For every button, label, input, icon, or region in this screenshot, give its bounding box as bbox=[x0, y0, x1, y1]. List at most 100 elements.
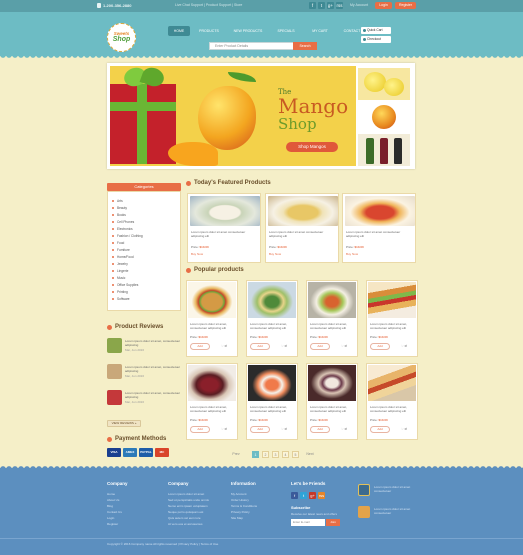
popular-product-card[interactable]: Lorem ipsum dolor sit amet, consectetuer… bbox=[186, 280, 238, 357]
category-item[interactable]: Home/Food bbox=[112, 255, 134, 259]
pager-page-3[interactable]: 3 bbox=[272, 451, 279, 458]
footer-link[interactable]: Login bbox=[107, 516, 114, 520]
top-links[interactable]: Live Chat Support | Product Support | St… bbox=[175, 3, 242, 7]
pager-prev[interactable]: Prev bbox=[229, 451, 243, 458]
review-item[interactable]: Lorem ipsum dolor sit amet, consectetuer… bbox=[107, 364, 181, 384]
pager-next[interactable]: Next bbox=[303, 451, 317, 458]
category-item[interactable]: Music bbox=[111, 276, 125, 280]
bottles-thumbnail[interactable] bbox=[358, 134, 410, 166]
wishlist-compare-icons[interactable]: ♡ ⇄ bbox=[341, 344, 347, 348]
footer-link[interactable]: Contact Us bbox=[107, 510, 122, 514]
footer-link[interactable]: Sed ut perspiciatis unde omnis bbox=[168, 498, 209, 502]
featured-product-card[interactable]: Lorem ipsum dolor sit amet consectetuer … bbox=[265, 193, 339, 263]
footer-link[interactable]: Register bbox=[107, 522, 118, 526]
popular-product-card[interactable]: Lorem ipsum dolor sit amet, consectetuer… bbox=[366, 280, 418, 357]
footer-link[interactable]: Home bbox=[107, 492, 115, 496]
add-to-cart-button[interactable]: Add bbox=[370, 343, 390, 350]
category-item[interactable]: Fashion / Clothing bbox=[112, 234, 143, 238]
quick-cart-button[interactable]: Quick Cart bbox=[361, 27, 391, 34]
pager-page-4[interactable]: 4 bbox=[282, 451, 289, 458]
nav-products[interactable]: PRODUCTS bbox=[194, 26, 224, 36]
popular-product-card[interactable]: Lorem ipsum dolor sit amet, consectetuer… bbox=[186, 363, 238, 440]
wishlist-compare-icons[interactable]: ♡ ⇄ bbox=[281, 427, 287, 431]
popular-product-card[interactable]: Lorem ipsum dolor sit amet, consectetuer… bbox=[366, 363, 418, 440]
view-reviews-button[interactable]: VIEW REVIEWS » bbox=[107, 420, 141, 427]
category-item[interactable]: Books bbox=[112, 213, 126, 217]
footer-link[interactable]: Nemo enim ipsam voluptatem bbox=[168, 504, 208, 508]
wishlist-compare-icons[interactable]: ♡ ⇄ bbox=[401, 427, 407, 431]
hero-banner[interactable]: The Mango Shop Shop Mangos bbox=[107, 63, 415, 169]
twitter-icon[interactable]: t bbox=[318, 2, 325, 9]
category-item[interactable]: Software bbox=[112, 297, 130, 301]
wishlist-compare-icons[interactable]: ♡ ⇄ bbox=[221, 344, 227, 348]
facebook-icon[interactable]: f bbox=[309, 2, 316, 9]
popular-product-card[interactable]: Lorem ipsum dolor sit amet, consectetuer… bbox=[306, 280, 358, 357]
shop-mangos-button[interactable]: Shop Mangos bbox=[286, 142, 338, 152]
featured-product-card[interactable]: Lorem ipsum dolor sit amet consectetuer … bbox=[342, 193, 416, 263]
nav-my-cart[interactable]: MY CART bbox=[306, 26, 334, 36]
featured-product-card[interactable]: Lorem ipsum dolor sit amet consectetuer … bbox=[187, 193, 261, 263]
wishlist-compare-icons[interactable]: ♡ ⇄ bbox=[221, 427, 227, 431]
footer-link[interactable]: Neque porro quisquam est bbox=[168, 510, 203, 514]
category-item[interactable]: Jewelry bbox=[112, 262, 128, 266]
popular-product-card[interactable]: Lorem ipsum dolor sit amet, consectetuer… bbox=[306, 363, 358, 440]
wishlist-compare-icons[interactable]: ♡ ⇄ bbox=[281, 344, 287, 348]
add-to-cart-button[interactable]: Add bbox=[370, 426, 390, 433]
footer-link[interactable]: Quis autem vel eum iure bbox=[168, 516, 201, 520]
footer-link[interactable]: About Us bbox=[107, 498, 119, 502]
register-button[interactable]: Register bbox=[395, 2, 416, 9]
category-item[interactable]: Electronics bbox=[112, 227, 133, 231]
add-to-cart-button[interactable]: Add bbox=[310, 343, 330, 350]
add-to-cart-button[interactable]: Add bbox=[190, 343, 210, 350]
category-item[interactable]: Arts bbox=[112, 199, 123, 203]
footer-link[interactable]: Terms & Conditions bbox=[231, 504, 257, 508]
nav-new-products[interactable]: NEW PRODUCTS bbox=[228, 26, 268, 36]
footer-link[interactable]: Privacy Policy bbox=[231, 510, 250, 514]
lemon-thumbnail[interactable] bbox=[358, 68, 410, 100]
footer-twitter-icon[interactable]: t bbox=[300, 492, 307, 499]
wishlist-compare-icons[interactable]: ♡ ⇄ bbox=[401, 344, 407, 348]
footer-link[interactable]: At vero eos et accusamus bbox=[168, 522, 203, 526]
category-item[interactable]: Cell Phones bbox=[111, 220, 134, 224]
popular-product-card[interactable]: Lorem ipsum dolor sit amet, consectetuer… bbox=[246, 280, 298, 357]
google-plus-icon[interactable]: g+ bbox=[327, 2, 334, 9]
footer-google-plus-icon[interactable]: g+ bbox=[309, 492, 316, 499]
category-item[interactable]: Office Supplies bbox=[111, 283, 138, 287]
category-item[interactable]: Lingerie bbox=[111, 269, 128, 273]
add-to-cart-button[interactable]: Add bbox=[250, 343, 270, 350]
add-to-cart-button[interactable]: Add bbox=[250, 426, 270, 433]
category-item[interactable]: Food bbox=[111, 241, 124, 245]
search-button[interactable]: Search bbox=[293, 42, 317, 50]
wishlist-compare-icons[interactable]: ♡ ⇄ bbox=[341, 427, 347, 431]
mango-thumbnail[interactable] bbox=[358, 101, 410, 133]
nav-home[interactable]: HOME bbox=[168, 26, 190, 36]
my-account-link[interactable]: My Account bbox=[350, 3, 368, 7]
buy-now-link[interactable]: Buy Now bbox=[346, 252, 358, 256]
nav-specials[interactable]: SPECIALS bbox=[272, 26, 300, 36]
add-to-cart-button[interactable]: Add bbox=[310, 426, 330, 433]
category-item[interactable]: Furniture bbox=[112, 248, 130, 252]
review-item[interactable]: Lorem ipsum dolor sit amet, consectetuer… bbox=[107, 338, 181, 358]
review-item[interactable]: Lorem ipsum dolor sit amet, consectetuer… bbox=[107, 390, 181, 410]
category-item[interactable]: Beauty bbox=[112, 206, 127, 210]
footer-rss-icon[interactable]: rss bbox=[318, 492, 325, 499]
footer-link[interactable]: My Account bbox=[231, 492, 247, 496]
footer-link[interactable]: Blog bbox=[107, 504, 113, 508]
login-button[interactable]: Login bbox=[375, 2, 392, 9]
category-item[interactable]: Printing bbox=[112, 290, 128, 294]
footer-facebook-icon[interactable]: f bbox=[291, 492, 298, 499]
logo[interactable]: Sweets Shop bbox=[107, 23, 136, 52]
subscribe-email-input[interactable]: Enter E-mail bbox=[291, 519, 325, 526]
rss-icon[interactable]: rss bbox=[336, 2, 343, 9]
popular-product-card[interactable]: Lorem ipsum dolor sit amet, consectetuer… bbox=[246, 363, 298, 440]
pager-page-2[interactable]: 2 bbox=[262, 451, 269, 458]
footer-link[interactable]: Order History bbox=[231, 498, 249, 502]
buy-now-link[interactable]: Buy Now bbox=[269, 252, 281, 256]
add-to-cart-button[interactable]: Add bbox=[190, 426, 210, 433]
subscribe-join-button[interactable]: Join bbox=[326, 519, 340, 526]
footer-link[interactable]: Site Map bbox=[231, 516, 243, 520]
checkout-button[interactable]: Checkout bbox=[361, 36, 391, 43]
pager-page-1[interactable]: 1 bbox=[252, 451, 259, 458]
footer-link[interactable]: Lorem ipsum dolor sit amet bbox=[168, 492, 204, 496]
pager-page-5[interactable]: 5 bbox=[292, 451, 299, 458]
